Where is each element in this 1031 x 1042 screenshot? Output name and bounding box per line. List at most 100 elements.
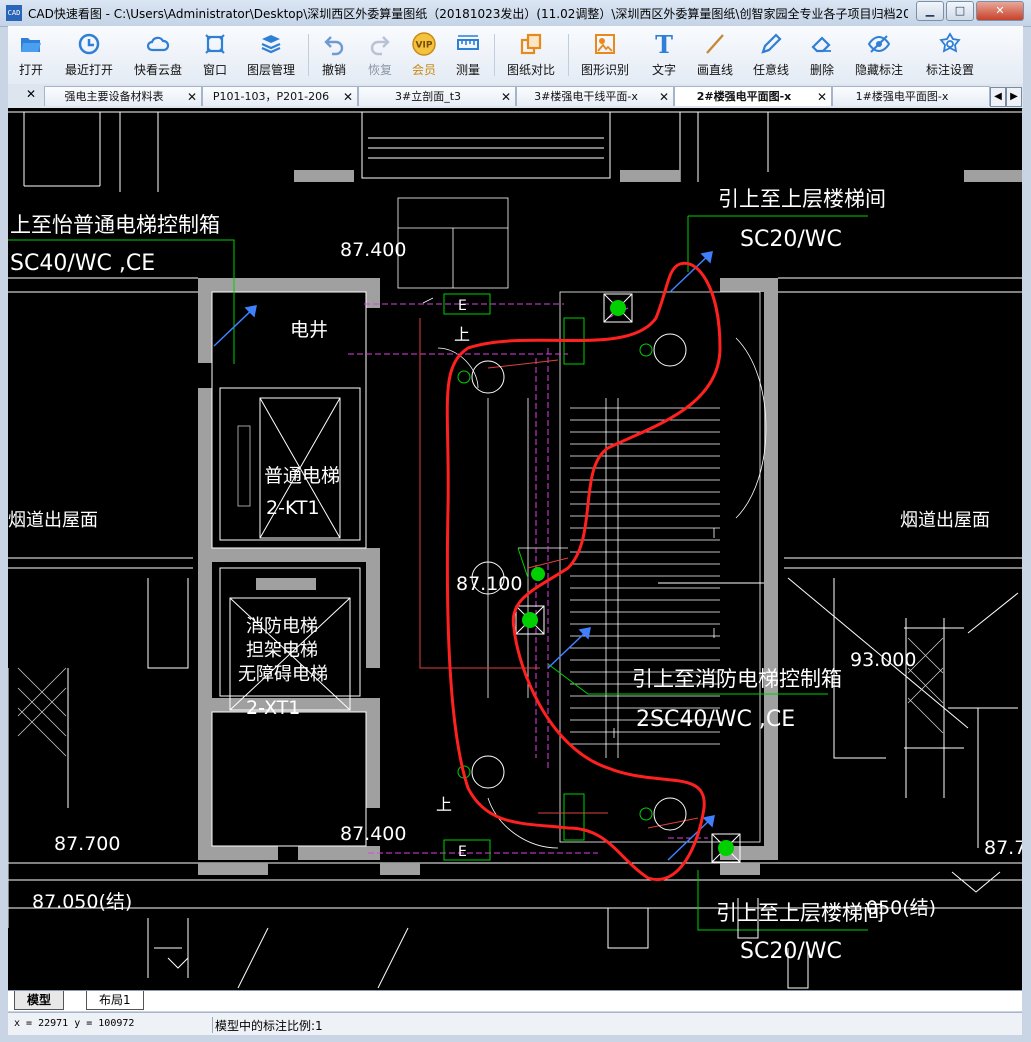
tab-elevation[interactable]: 3#立剖面_t3 ✕ [358,86,516,106]
window-title: CAD快速看图 - C:\Users\Administrator\Desktop… [28,7,908,21]
undo-button[interactable]: 撤销 [316,32,352,78]
close-window-button[interactable]: ✕ [976,1,1024,21]
riser-label-stair: 引上至上层楼梯间 [716,901,884,925]
shaft-label: 电井 [290,319,328,341]
maximize-button[interactable]: □ [946,1,974,21]
undo-icon [324,36,344,56]
tab-label: P101-103，P201-206 [212,90,330,103]
tab-close-icon[interactable]: ✕ [501,87,511,107]
compare-button[interactable]: 图纸对比 [502,32,560,78]
vip-button[interactable]: VIP 会员 [406,32,442,78]
minimize-button[interactable]: ▁ [916,1,944,21]
elevator-label: 无障碍电梯 [238,664,328,685]
redo-button[interactable]: 恢复 [362,32,398,78]
riser-label-fire-elevator: 引上至消防电梯控制箱 [632,667,842,691]
eye-hidden-icon [867,35,891,53]
tab-close-icon[interactable]: ✕ [817,87,827,107]
tab-layout-1[interactable]: 布局1 [86,991,144,1010]
recent-button[interactable]: 最近打开 [60,32,118,78]
draw-line-button[interactable]: 画直线 [692,32,738,78]
cloud-label: 快看云盘 [133,63,182,77]
layer-manager-button[interactable]: 图层管理 [242,32,300,78]
shape-recognition-icon [595,34,615,54]
text-button[interactable]: T 文字 [646,32,682,78]
cable-spec-label: 2SC40/WC ,CE [636,707,795,732]
tab-next-button[interactable]: ▶ [1006,87,1022,107]
level-marker: 93.000 [850,649,916,671]
draw-line-label: 画直线 [696,63,733,77]
tab-model[interactable]: 模型 [14,991,65,1010]
structural-level-marker: 87.050(结) [32,891,132,913]
redo-icon [370,36,390,56]
level-marker: 87.700 [54,833,120,855]
tab-close-icon[interactable]: ✕ [187,87,197,107]
tab-label: 2#楼强电平面图-x [696,90,792,103]
title-bar: CAD CAD快速看图 - C:\Users\Administrator\Des… [0,0,1031,27]
toolbar-separator [308,34,309,76]
hide-annotations-button[interactable]: 隐藏标注 [850,32,908,78]
tab-close-icon[interactable]: ✕ [343,87,353,107]
tab-p101[interactable]: P101-103，P201-206 ✕ [202,86,358,106]
line-icon [706,34,724,54]
tab-equipment-table[interactable]: 强电主要设备材料表 ✕ [44,86,202,106]
stair-up-label: 上 [436,795,452,814]
cursor-coordinates: x = 22971 y = 100972 [14,1018,135,1029]
tab-prev-button[interactable]: ◀ [990,87,1006,107]
status-bar: x = 22971 y = 100972 模型中的标注比例:1 [8,1012,1022,1035]
measure-button[interactable]: 测量 [450,32,486,78]
vip-label: 会员 [411,63,436,77]
layer-manager-label: 图层管理 [246,63,295,77]
freehand-button[interactable]: 任意线 [748,32,794,78]
layout-tabs: 模型 布局1 [8,990,1022,1011]
cloud-button[interactable]: 快看云盘 [128,32,188,78]
delete-button[interactable]: 删除 [804,32,840,78]
app-logo-icon: CAD [6,5,22,21]
elevator-label: 担架电梯 [246,640,318,661]
annotation-scale: 模型中的标注比例:1 [212,1017,323,1033]
annotation-settings-button[interactable]: 标注设置 [920,32,980,78]
text-label: 文字 [651,63,676,77]
tab-trunk-plan[interactable]: 3#楼强电干线平面-x ✕ [516,86,674,106]
stair-up-label: 上 [454,325,470,344]
elevator-label: 消防电梯 [246,616,318,637]
eraser-icon [811,36,831,53]
cable-spec-label: SC20/WC [740,939,842,964]
riser-label-stair: 引上至上层楼梯间 [718,187,886,211]
tab-building-1-plan[interactable]: 1#楼强电平面图-x [832,86,990,106]
cable-spec-label: SC20/WC [740,227,842,252]
undo-label: 撤销 [321,63,346,77]
svg-text:VIP: VIP [416,41,433,51]
drawing-canvas[interactable]: E E 上至怡普通电梯控制箱 SC40/WC ,CE 87.400 电井 上 引… [8,108,1022,990]
annotation-settings-label: 标注设置 [925,63,974,77]
window-icon [205,34,225,54]
folder-open-icon [21,38,41,52]
text-icon: T [655,32,673,56]
elevator-code-label: 2-XT1 [246,697,300,719]
elevator-label: 普通电梯 [264,465,340,487]
tab-building-2-plan[interactable]: 2#楼强电平面图-x ✕ [674,86,832,106]
open-button[interactable]: 打开 [14,32,48,78]
cable-spec-label: SC40/WC ,CE [10,251,155,276]
tab-label: 1#楼强电平面图-x [855,90,949,103]
box-e-label: E [458,298,467,314]
hide-annotations-label: 隐藏标注 [854,63,903,77]
level-marker: 87.7 [984,837,1022,859]
document-tabs: ✕ 强电主要设备材料表 ✕ P101-103，P201-206 ✕ 3#立剖面_… [8,84,1023,109]
window-button[interactable]: 窗口 [198,32,232,78]
svg-text:T: T [655,32,673,56]
cloud-icon [146,36,170,52]
riser-label-elevator: 上至怡普通电梯控制箱 [10,213,220,237]
elevator-code-label: 2-KT1 [266,497,320,519]
open-label: 打开 [18,63,43,77]
level-marker: 87.400 [340,823,406,845]
tab-close-icon[interactable]: ✕ [659,87,669,107]
recent-label: 最近打开 [64,63,113,77]
settings-icon [939,32,961,53]
redo-label: 恢复 [367,63,392,77]
shape-recognition-button[interactable]: 图形识别 [576,32,634,78]
layers-icon [261,35,281,54]
elevator-shafts [211,291,367,847]
tab-close-icon[interactable]: ✕ [26,87,36,101]
tab-label: 3#楼强电干线平面-x [534,90,638,103]
clock-icon [78,33,100,55]
